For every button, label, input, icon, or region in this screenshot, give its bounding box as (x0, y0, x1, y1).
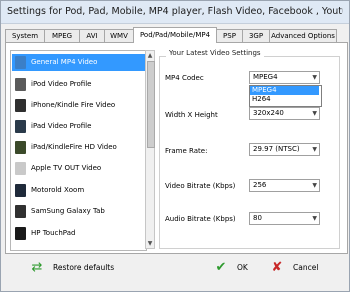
list-item-xoom[interactable]: Motorold Xoom (12, 182, 145, 199)
list-item-ipod[interactable]: iPod Video Profile (12, 76, 145, 93)
list-item-label: iPad Video Profile (31, 122, 92, 130)
list-item-label: iPad/KindleFire HD Video (31, 143, 117, 151)
list-item-label: General MP4 Video (31, 58, 98, 66)
chevron-down-icon: ▼ (312, 146, 317, 153)
scroll-thumb[interactable] (147, 61, 155, 148)
size-select[interactable]: 320x240 ▼ (249, 107, 320, 120)
touchpad-icon (15, 227, 26, 240)
video-bitrate-value: 256 (253, 181, 267, 189)
close-icon: ✘ (271, 260, 283, 275)
group-title: Your Latest Video Settings (166, 49, 264, 57)
video-bitrate-label: Video Bitrate (Kbps) (165, 182, 236, 190)
list-item-ipad[interactable]: iPad Video Profile (12, 118, 145, 135)
frame-rate-label: Frame Rate: (165, 147, 208, 155)
profile-list[interactable]: General MP4 Video iPod Video Profile iPh… (10, 50, 147, 251)
chevron-down-icon: ▼ (312, 215, 317, 222)
scroll-down-icon[interactable]: ▼ (146, 239, 154, 248)
button-row: ⇄ Restore defaults ✔ OK ✘ Cancel (1, 256, 349, 289)
ipad-hd-icon (15, 141, 26, 154)
size-value: 320x240 (253, 109, 284, 117)
list-item-label: Apple TV OUT Video (31, 164, 102, 172)
frame-rate-value: 29.97 (NTSC) (253, 145, 300, 153)
cancel-label: Cancel (293, 263, 319, 272)
ipad-icon (15, 120, 26, 133)
list-item-iphone[interactable]: iPhone/Kindle Fire Video (12, 97, 145, 114)
tab-3gp[interactable]: 3GP (242, 29, 270, 42)
restore-label: Restore defaults (53, 263, 115, 272)
title-bar: Settings for Pod, Pad, Mobile, MP4 playe… (1, 1, 349, 24)
tab-avi[interactable]: AVI (79, 29, 105, 42)
codec-select[interactable]: MPEG4 ▼ (249, 71, 320, 84)
ipod-icon (15, 78, 26, 91)
cancel-button[interactable]: ✘ Cancel (269, 258, 329, 278)
checkmark-icon: ✔ (215, 260, 227, 275)
window-title: Settings for Pod, Pad, Mobile, MP4 playe… (7, 6, 343, 17)
size-label: Width X Height (165, 111, 218, 119)
list-item-label: iPod Video Profile (31, 80, 92, 88)
codec-label: MP4 Codec (165, 74, 204, 82)
list-item-apple-tv[interactable]: Apple TV OUT Video (12, 160, 145, 177)
list-item-label: HP TouchPad (31, 229, 76, 237)
galaxy-tab-icon (15, 205, 26, 218)
settings-window: Settings for Pod, Pad, Mobile, MP4 playe… (0, 0, 350, 292)
xoom-icon (15, 184, 26, 197)
scroll-up-icon[interactable]: ▲ (146, 51, 154, 60)
video-bitrate-select[interactable]: 256 ▼ (249, 179, 320, 192)
list-item-label: SamSung Galaxy Tab (31, 207, 105, 215)
list-item-general-mp4[interactable]: General MP4 Video (12, 54, 145, 71)
list-item-hp-touchpad[interactable]: HP TouchPad (12, 225, 145, 242)
restore-defaults-button[interactable]: ⇄ Restore defaults (29, 258, 124, 278)
iphone-icon (15, 99, 26, 112)
codec-option-h264[interactable]: H264 (250, 95, 319, 104)
list-item-ipad-hd[interactable]: iPad/KindleFire HD Video (12, 139, 145, 156)
audio-bitrate-value: 80 (253, 214, 262, 222)
frame-rate-select[interactable]: 29.97 (NTSC) ▼ (249, 143, 320, 156)
list-item-label: Motorold Xoom (31, 186, 85, 194)
ok-button[interactable]: ✔ OK (213, 258, 258, 278)
chevron-down-icon: ▼ (312, 74, 317, 81)
codec-option-mpeg4[interactable]: MPEG4 (250, 86, 319, 95)
chevron-down-icon: ▼ (312, 182, 317, 189)
tab-system[interactable]: System (5, 29, 45, 42)
tab-psp[interactable]: PSP (216, 29, 243, 42)
tab-advanced-options[interactable]: Advanced Options (269, 29, 337, 42)
list-item-label: iPhone/Kindle Fire Video (31, 101, 116, 109)
tab-wmv[interactable]: WMV (104, 29, 134, 42)
restore-arrows-icon: ⇄ (31, 260, 43, 275)
list-item-galaxy-tab[interactable]: SamSung Galaxy Tab (12, 203, 145, 220)
codec-dropdown: MPEG4 H264 (249, 85, 322, 107)
profile-list-scrollbar[interactable]: ▲ ▼ (145, 50, 155, 249)
audio-bitrate-label: Audio Bitrate (Kbps) (165, 215, 236, 223)
chevron-down-icon: ▼ (312, 110, 317, 117)
codec-value: MPEG4 (253, 73, 278, 81)
ok-label: OK (237, 263, 248, 272)
audio-bitrate-select[interactable]: 80 ▼ (249, 212, 320, 225)
video-icon (15, 56, 26, 69)
apple-tv-icon (15, 162, 26, 175)
tab-mpeg[interactable]: MPEG (44, 29, 80, 42)
tab-pod-pad-mobile-mp4[interactable]: Pod/Pad/Mobile/MP4 (133, 27, 217, 43)
